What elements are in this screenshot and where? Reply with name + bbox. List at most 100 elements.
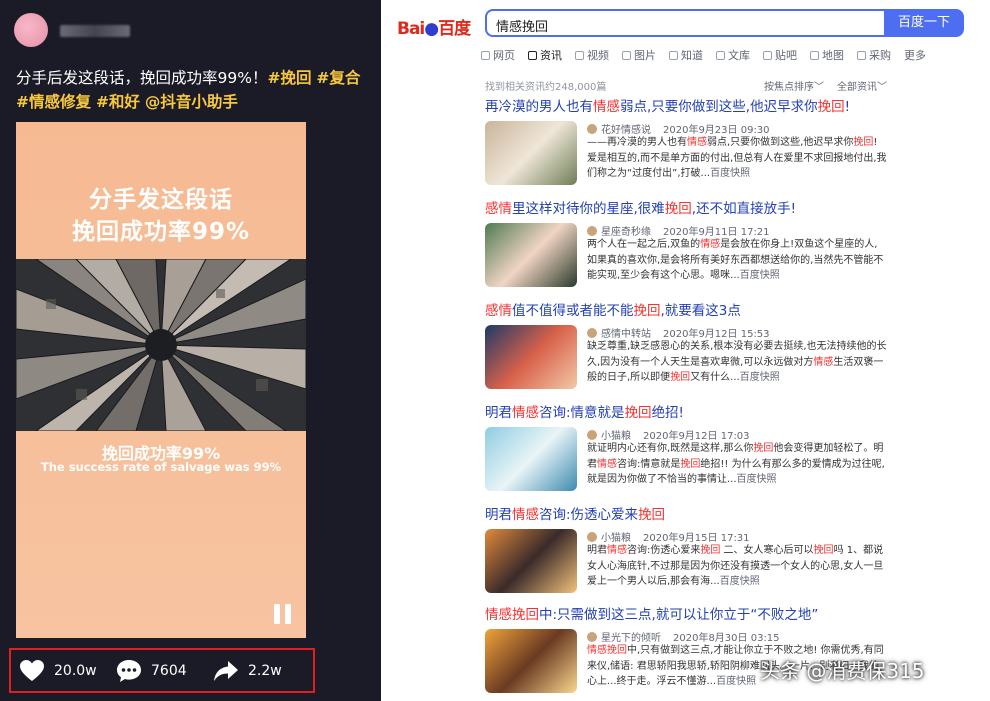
result-title-link[interactable]: 明君情感咨询:情意就是挽回绝招! <box>485 404 985 422</box>
pause-icon[interactable] <box>274 604 292 624</box>
baidu-logo[interactable]: Bai●百度 <box>397 14 471 39</box>
result-source[interactable]: 花好情感说 <box>587 121 651 136</box>
result-title-link[interactable]: 情感挽回中:只需做到这三点,就可以让你立于“不败之地” <box>485 606 985 624</box>
search-result: 明君情感咨询:伤透心爱来挽回小猫粮 2020年9月15日 17:31 明君情感咨询:… <box>485 506 985 598</box>
result-date: 2020年9月12日 15:53 <box>663 329 770 340</box>
like-count: 20.0w <box>54 663 97 679</box>
result-title-link[interactable]: 感情值不值得或者能不能挽回,就要看这3点 <box>485 302 985 320</box>
doc-icon <box>716 50 725 60</box>
tab-map[interactable]: 地图 <box>810 46 844 64</box>
keyword-highlight: 情感 <box>687 137 707 148</box>
result-thumbnail[interactable] <box>485 121 577 185</box>
result-abstract: ——再冷漠的男人也有情感弱点,只要你做到这些,他迟早求你挽回! 爱是相互的,而不… <box>587 135 887 183</box>
tab-web[interactable]: 网页 <box>481 46 515 64</box>
comment-button[interactable]: 7604 <box>116 656 187 686</box>
result-date: 2020年9月11日 17:21 <box>663 227 770 238</box>
tab-tieba[interactable]: 贴吧 <box>763 46 797 64</box>
keyword-highlight: 情感 <box>512 405 539 421</box>
snapshot-link[interactable]: 百度快照 <box>716 676 756 687</box>
sort-dropdown[interactable]: 按焦点排序﹀ <box>764 78 824 93</box>
title-text: 咨询:伤透心爱来 <box>539 507 639 523</box>
video-icon <box>575 50 584 60</box>
hashtag-link[interactable]: #和好 <box>96 93 140 111</box>
snapshot-link[interactable]: 百度快照 <box>720 576 760 587</box>
result-title-link[interactable]: 明君情感咨询:伤透心爱来挽回 <box>485 506 985 524</box>
keyword-highlight: 挽回 <box>680 458 701 470</box>
logo-text-du: 百度 <box>438 19 471 39</box>
keyword-highlight: 挽回 <box>700 545 721 556</box>
abstract-text: ——再冷漠的男人也有 <box>587 137 687 148</box>
hashtag-link[interactable]: #情感修复 <box>16 93 91 111</box>
tab-label: 贴吧 <box>775 49 797 62</box>
video-headline-line2: 挽回成功率99% <box>71 219 251 245</box>
tab-label: 资讯 <box>540 49 562 62</box>
result-source[interactable]: 小猫粮 <box>587 529 631 544</box>
tab-images[interactable]: 图片 <box>622 46 656 64</box>
keyword-highlight: 情感 <box>813 356 834 368</box>
tab-zhidao[interactable]: 知道 <box>669 46 703 64</box>
tab-more[interactable]: 更多 <box>904 46 926 64</box>
source-name: 花好情感说 <box>601 125 651 136</box>
web-icon <box>481 50 490 60</box>
hashtag-link[interactable]: #挽回 <box>267 69 311 87</box>
share-button[interactable]: 2.2w <box>213 656 282 686</box>
news-icon <box>528 50 537 60</box>
snapshot-link[interactable]: 百度快照 <box>740 270 780 281</box>
engagement-bar: 20.0w 7604 2.2w <box>9 648 315 693</box>
title-text: 再冷漠的男人也有 <box>485 99 593 115</box>
screenshot-composite: 分手后发这段话，挽回成功率99%！#挽回 #复合 #情感修复 #和好 @抖音小助… <box>0 0 990 701</box>
snapshot-link[interactable]: 百度快照 <box>710 168 750 179</box>
search-result: 明君情感咨询:情意就是挽回绝招! 小猫粮 2020年9月12日 17:03 就证明内心… <box>485 404 985 496</box>
sort-label: 按焦点排序 <box>764 82 814 93</box>
result-source[interactable]: 星光下的倾听 <box>587 629 661 644</box>
result-meta: 小猫粮 2020年9月15日 17:31 <box>587 529 750 544</box>
hashtag-link[interactable]: #复合 <box>316 69 360 87</box>
tab-wenku[interactable]: 文库 <box>716 46 750 64</box>
keyword-highlight: 挽回 <box>817 99 845 115</box>
title-text: 弱点,只要你做到这些,他迟早求你 <box>620 99 818 115</box>
result-count: 找到相关资讯约248,000篇 <box>485 82 607 93</box>
result-date: 2020年9月12日 17:03 <box>643 431 750 442</box>
tab-purchase[interactable]: 采购 <box>857 46 891 64</box>
video-player[interactable]: 分手发这段话 挽回成功率99% 挽回成功率99% The success rat… <box>16 122 306 638</box>
result-title-link[interactable]: 再冷漠的男人也有情感弱点,只要你做到这些,他迟早求你挽回! <box>485 98 985 116</box>
abstract-text: 又有什么... <box>690 372 740 383</box>
filter-dropdown[interactable]: 全部资讯﹀ <box>837 78 887 93</box>
title-text: 中:只需做到这三点,就可以让你立于“不败之地” <box>539 607 819 623</box>
snapshot-link[interactable]: 百度快照 <box>740 372 780 383</box>
result-thumbnail[interactable] <box>485 325 577 389</box>
result-thumbnail[interactable] <box>485 223 577 287</box>
tab-label: 地图 <box>822 49 844 62</box>
result-abstract: 明君情感咨询:伤透心爱来挽回 二、女人寒心后可以挽回吗 1、都说女人心海底针,不… <box>587 543 887 591</box>
keyword-highlight: 感情 <box>485 303 512 319</box>
mention-link[interactable]: @抖音小助手 <box>145 93 238 111</box>
like-button[interactable]: 20.0w <box>19 656 97 686</box>
post-caption: 分手后发这段话，挽回成功率99%！#挽回 #复合 #情感修复 #和好 @抖音小助… <box>16 66 376 114</box>
abstract-text: 咨询:伤透心爱来 <box>627 545 701 556</box>
result-thumbnail[interactable] <box>485 427 577 491</box>
result-source[interactable]: 星座奇秒缘 <box>587 223 651 238</box>
tab-label: 视频 <box>587 49 609 62</box>
tab-video[interactable]: 视频 <box>575 46 609 64</box>
result-thumbnail[interactable] <box>485 529 577 593</box>
avatar[interactable] <box>14 13 48 47</box>
result-title-link[interactable]: 感情里这样对待你的星座,很难挽回,还不如直接放手! <box>485 200 985 218</box>
tieba-icon <box>763 50 772 60</box>
chevron-down-icon: ﹀ <box>877 82 887 93</box>
source-avatar-icon <box>587 631 597 642</box>
result-source[interactable]: 小猫粮 <box>587 427 631 442</box>
source-avatar-icon <box>587 225 597 236</box>
search-button[interactable]: 百度一下 <box>884 9 964 37</box>
result-source[interactable]: 感情中转站 <box>587 325 651 340</box>
abstract-text: 二、女人寒心后可以 <box>720 545 814 556</box>
search-input[interactable]: 情感挽回 <box>485 9 885 37</box>
abstract-text: 就证明内心还有你,既然是这样,那么你 <box>587 443 754 454</box>
keyword-highlight: 挽回 <box>633 303 661 319</box>
result-thumbnail[interactable] <box>485 629 577 693</box>
search-result: 情感挽回中:只需做到这三点,就可以让你立于“不败之地” 星光下的倾听 2020年8月… <box>485 606 985 698</box>
snapshot-link[interactable]: 百度快照 <box>737 474 777 485</box>
result-meta: 星座奇秒缘 2020年9月11日 17:21 <box>587 223 770 238</box>
tab-news[interactable]: 资讯 <box>528 46 562 64</box>
username-blurred <box>60 25 130 37</box>
keyword-highlight: 情感 <box>593 99 620 115</box>
